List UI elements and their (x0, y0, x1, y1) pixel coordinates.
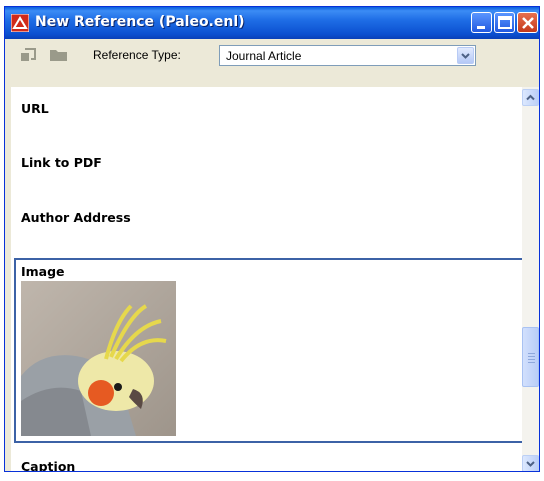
maximize-button[interactable] (494, 12, 515, 33)
close-icon (522, 17, 534, 29)
close-button[interactable] (517, 12, 538, 33)
vertical-scrollbar[interactable] (522, 87, 539, 471)
chevron-down-icon (461, 53, 470, 59)
reference-type-label: Reference Type: (93, 48, 181, 62)
window-title: New Reference (Paleo.enl) (35, 14, 245, 30)
scroll-thumb[interactable] (522, 327, 539, 387)
new-reference-window: New Reference (Paleo.enl) Reference Type (4, 6, 540, 472)
folder-icon[interactable] (49, 47, 69, 63)
reference-type-value: Journal Article (226, 49, 302, 63)
reference-fields-panel: URL Link to PDF Author Address Image Cap… (11, 87, 522, 471)
maximize-icon (498, 16, 512, 29)
reference-toolbar: Reference Type: Journal Article (5, 39, 539, 71)
chevron-down-icon (526, 461, 535, 467)
scroll-up-button[interactable] (522, 89, 539, 106)
minimize-button[interactable] (471, 12, 492, 33)
chevron-up-icon (526, 94, 535, 101)
field-author-address[interactable]: Author Address (21, 210, 131, 225)
reference-type-select[interactable]: Journal Article (219, 45, 476, 66)
go-back-icon[interactable] (19, 47, 39, 63)
cockatiel-image[interactable] (21, 281, 176, 436)
field-image: Image (21, 264, 65, 279)
minimize-icon (477, 26, 485, 29)
field-url[interactable]: URL (21, 101, 49, 116)
title-bar[interactable]: New Reference (Paleo.enl) (5, 7, 539, 39)
endnote-app-icon (11, 14, 29, 32)
dropdown-button[interactable] (457, 47, 474, 64)
scroll-down-button[interactable] (522, 455, 539, 471)
field-link-to-pdf[interactable]: Link to PDF (21, 155, 102, 170)
field-caption[interactable]: Caption (21, 459, 75, 471)
